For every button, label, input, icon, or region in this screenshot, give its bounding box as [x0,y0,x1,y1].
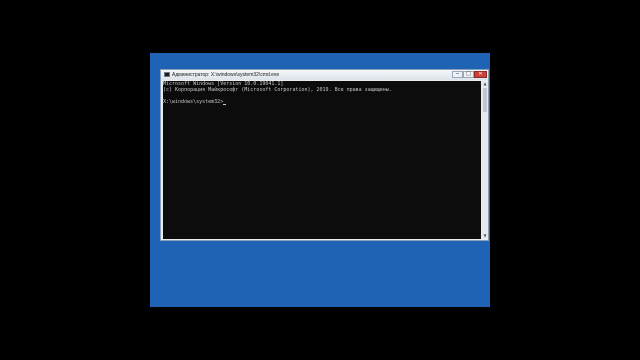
command-prompt: X:\windows\system32> [163,99,224,105]
scroll-down-arrow-icon[interactable]: ▼ [482,233,488,239]
cmd-icon [164,72,170,77]
title-bar[interactable]: Администратор: X:\windows\system32\cmd.e… [161,70,488,80]
scroll-thumb[interactable] [483,88,487,112]
vertical-scrollbar[interactable]: ▲ ▼ [482,81,488,239]
maximize-button[interactable]: □ [463,71,474,78]
console-prompt-line[interactable]: X:\windows\system32> [163,99,227,105]
window-title: Администратор: X:\windows\system32\cmd.e… [172,72,280,78]
console-line-copyright: (c) Корпорация Майкрософт (Microsoft Cor… [163,87,392,93]
screen: Администратор: X:\windows\system32\cmd.e… [0,0,640,360]
scroll-up-arrow-icon[interactable]: ▲ [482,81,488,87]
text-cursor [223,104,227,105]
console-output[interactable]: Microsoft Windows [Version 10.0.19041.1]… [163,81,481,239]
command-prompt-window[interactable]: Администратор: X:\windows\system32\cmd.e… [160,69,489,241]
minimize-button[interactable]: ─ [452,71,463,78]
close-button[interactable]: ✕ [474,71,487,78]
